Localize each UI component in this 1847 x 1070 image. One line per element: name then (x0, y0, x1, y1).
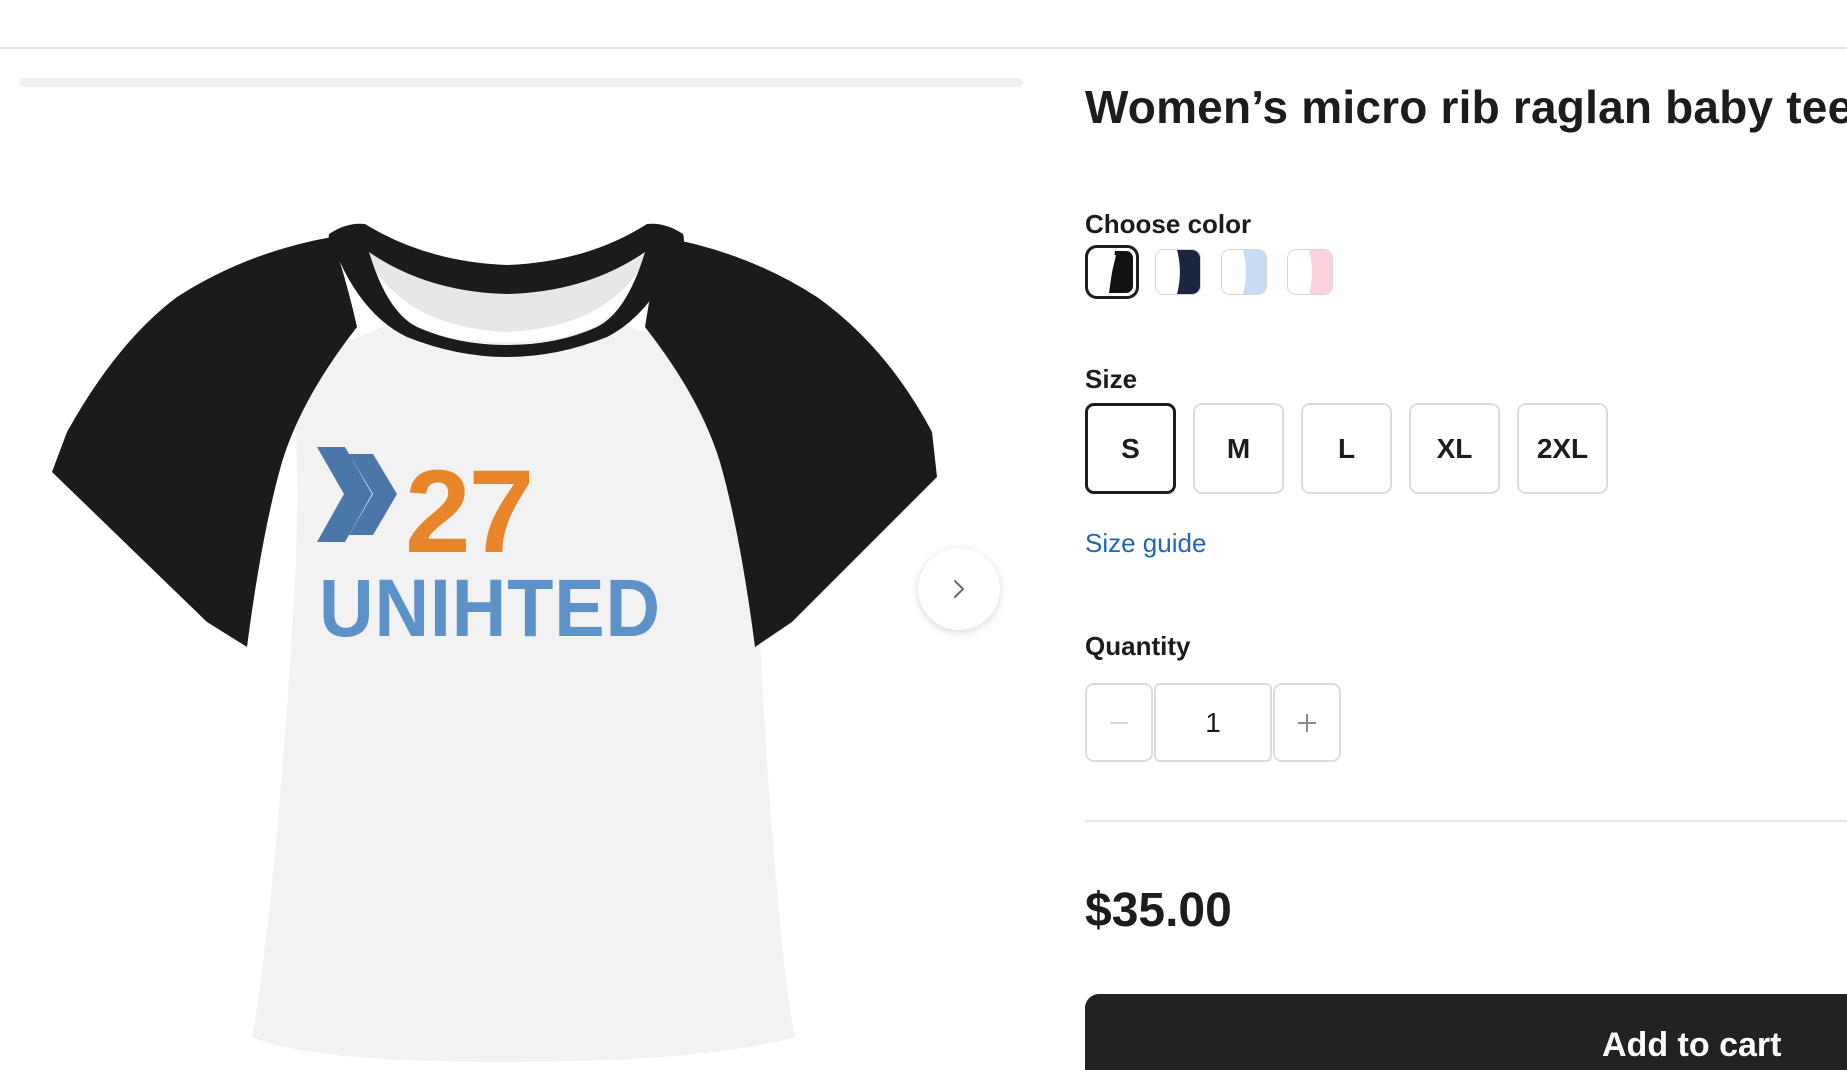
swatch-fill (1287, 249, 1333, 295)
product-gallery: 27 UNIHTED (19, 78, 1023, 1070)
size-option-m[interactable]: M (1193, 403, 1284, 494)
size-option-2xl[interactable]: 2XL (1517, 403, 1608, 494)
color-swatches (1085, 245, 1337, 299)
swatch-fill (1155, 249, 1201, 295)
product-price: $35.00 (1085, 884, 1232, 937)
plus-icon (1298, 713, 1316, 732)
swatch-fill (1091, 251, 1133, 293)
print-number: 27 (405, 446, 532, 578)
color-label: Choose color (1085, 209, 1252, 239)
chevron-right-icon (954, 580, 964, 598)
color-swatch-white-pink[interactable] (1283, 245, 1337, 299)
color-swatch-white-black[interactable] (1085, 245, 1139, 299)
swatch-fill (1221, 249, 1267, 295)
size-options: S M L XL 2XL (1085, 403, 1608, 494)
quantity-increment-button[interactable] (1273, 683, 1341, 762)
quantity-input[interactable] (1154, 683, 1272, 762)
quantity-decrement-button[interactable] (1085, 683, 1153, 762)
gallery-next-button[interactable] (918, 548, 1000, 630)
add-to-cart-label: Add to cart (1602, 1026, 1782, 1064)
product-title: Women’s micro rib raglan baby tee (1085, 81, 1847, 133)
size-option-s[interactable]: S (1085, 403, 1176, 494)
minus-icon (1110, 721, 1128, 724)
size-label: Size (1085, 364, 1138, 394)
divider (1085, 820, 1847, 822)
product-image: 27 UNIHTED (52, 223, 937, 1062)
add-to-cart-button[interactable]: Add to cart (1085, 994, 1847, 1070)
product-page: 27 UNIHTED Women’s micro rib raglan baby… (0, 0, 1847, 1070)
size-guide-link[interactable]: Size guide (1085, 528, 1206, 559)
color-swatch-white-navy[interactable] (1151, 245, 1205, 299)
print-word: UNIHTED (319, 563, 661, 654)
size-option-l[interactable]: L (1301, 403, 1392, 494)
quantity-stepper (1085, 683, 1341, 762)
color-swatch-white-light-blue[interactable] (1217, 245, 1271, 299)
gallery-thumbnail-track (19, 78, 1023, 87)
size-option-xl[interactable]: XL (1409, 403, 1500, 494)
product-details: Women’s micro rib raglan baby tee Choose… (1085, 0, 1847, 1070)
quantity-label: Quantity (1085, 631, 1191, 661)
